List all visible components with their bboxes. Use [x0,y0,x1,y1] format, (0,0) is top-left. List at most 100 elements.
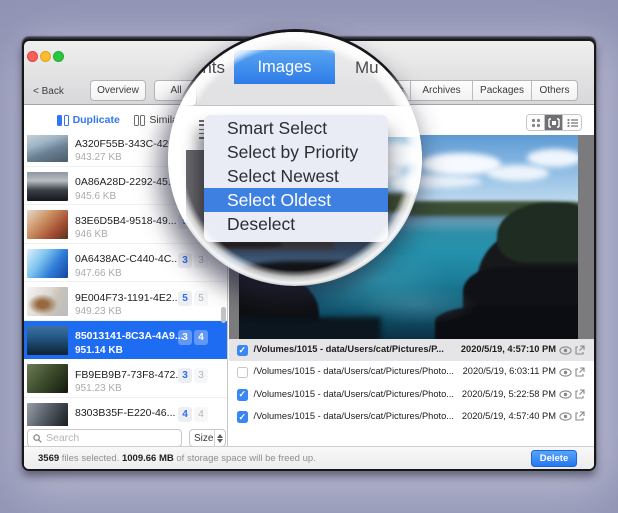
status-bar: 3569 files selected. 1009.66 MB of stora… [24,446,594,469]
reveal-in-finder-icon[interactable] [574,411,585,422]
size-sort-label: Size [190,433,214,444]
duplicate-table-row[interactable]: ✓ /Volumes/1015 - data/Users/cat/Pictures… [229,384,595,406]
menu-item-select-oldest[interactable]: Select Oldest [204,188,388,212]
preview-view-button[interactable] [545,115,563,130]
close-window-button[interactable] [27,51,38,62]
selected-count-badge: 3 [178,330,192,345]
grid-view-button[interactable] [527,115,545,130]
search-icon [33,434,42,443]
duplicate-table-row[interactable]: /Volumes/1015 - data/Users/cat/Pictures/… [229,361,595,383]
duplicate-icon [57,115,69,126]
checkbox-unchecked[interactable] [237,367,249,379]
magnified-tab-documents[interactable]: nts [168,58,225,78]
file-name: FB9EB9B7-73F8-472... [75,369,184,381]
file-name: 85013141-8C3A-4A9... [75,330,184,342]
magnified-filter-bar [168,84,422,106]
checkbox-checked[interactable]: ✓ [237,411,249,423]
file-thumbnail [27,403,68,427]
file-name: 8303B35F-E220-46... [75,407,175,419]
search-input[interactable]: Search [27,429,182,447]
size-sort-control[interactable]: Size [189,429,226,447]
duplicate-date: 2020/5/19, 6:03:11 PM [463,366,556,376]
filter-segment-others[interactable]: Others [532,81,577,100]
file-row[interactable]: 9E004F73-1191-4E2... 949.23 KB 55 [24,282,227,321]
duplicate-date: 2020/5/19, 4:57:40 PM [462,411,556,421]
file-size: 951.23 KB [75,383,122,394]
duplicate-path: /Volumes/1015 - data/Users/cat/Pictures/… [254,344,444,354]
checkbox-checked[interactable]: ✓ [237,345,249,357]
cloud-shape [527,149,578,167]
overview-button[interactable]: Overview [90,80,146,101]
delete-button[interactable]: Delete [531,450,577,467]
selected-count-badge: 5 [178,291,192,306]
duplicates-table: ✓ /Volumes/1015 - data/Users/cat/Pictures… [229,339,595,428]
preview-eye-icon[interactable] [559,412,572,421]
total-count-badge: 4 [194,330,208,345]
file-name: A320F55B-343C-42... [75,138,177,150]
file-thumbnail [27,172,68,201]
reveal-in-finder-icon[interactable] [574,389,585,400]
menu-item-deselect[interactable]: Deselect [204,212,388,236]
preview-eye-icon[interactable] [559,368,572,377]
back-button[interactable]: < Back [33,86,64,97]
total-count-badge: 4 [194,407,208,422]
minimize-window-button[interactable] [40,51,51,62]
desktop-background: { "window_title": "", "titlebar": { "tra… [0,0,618,513]
magnified-rocks [240,261,400,286]
stepper-arrows-icon[interactable] [214,430,225,446]
magnified-preview-edge [186,150,204,286]
file-size: 951.14 KB [75,345,123,356]
file-size: 949.23 KB [75,306,122,317]
duplicate-date: 2020/5/19, 5:22:58 PM [462,389,556,399]
file-thumbnail [27,287,68,316]
file-row[interactable]: FB9EB9B7-73F8-472... 951.23 KB 33 [24,359,227,398]
tab-duplicate[interactable]: Duplicate [57,114,120,126]
file-row-selected[interactable]: 85013141-8C3A-4A9... 951.14 KB 34 [24,321,227,360]
file-row[interactable]: 8303B35F-E220-46...44 [24,398,227,427]
file-size: 945.6 KB [75,191,116,202]
duplicate-path: /Volumes/1015 - data/Users/cat/Pictures/… [254,411,455,421]
selected-count-badge: 3 [178,368,192,383]
list-view-button[interactable] [563,115,581,130]
duplicate-date: 2020/5/19, 4:57:10 PM [461,344,556,354]
file-thumbnail [27,249,68,278]
preview-eye-icon[interactable] [559,346,572,355]
file-thumbnail [27,364,68,393]
file-thumbnail [27,135,68,162]
selected-count-badge: 4 [178,407,192,422]
similar-icon [134,115,146,126]
menu-item-select-newest[interactable]: Select Newest [204,165,388,189]
total-count-badge: 3 [194,368,208,383]
sidebar-scrollbar-thumb[interactable] [221,307,226,323]
total-count-badge: 5 [194,291,208,306]
reveal-in-finder-icon[interactable] [574,367,585,378]
file-size: 947.66 KB [75,268,122,279]
magnified-all-button [168,82,197,106]
file-size: 946 KB [75,229,108,240]
filter-segment-packages[interactable]: Packages [473,81,532,100]
magnified-toolbar-right [388,106,419,137]
file-name: 9E004F73-1191-4E2... [75,292,180,304]
file-size: 943.27 KB [75,152,122,163]
menu-item-select-by-priority[interactable]: Select by Priority [204,141,388,165]
zoom-window-button[interactable] [53,51,64,62]
reveal-in-finder-icon[interactable] [574,345,585,356]
duplicate-table-row[interactable]: ✓ /Volumes/1015 - data/Users/cat/Pictures… [229,406,595,428]
duplicate-table-row[interactable]: ✓ /Volumes/1015 - data/Users/cat/Pictures… [229,339,595,361]
file-thumbnail [27,210,68,239]
file-name: 0A6438AC-C440-4C... [75,253,180,265]
status-text: 3569 files selected. 1009.66 MB of stora… [38,453,316,464]
select-dropdown-menu: Smart SelectSelect by PrioritySelect New… [204,115,388,242]
cloud-shape [487,165,549,181]
duplicate-path: /Volumes/1015 - data/Users/cat/Pictures/… [254,389,455,399]
cloud-shape [389,175,419,191]
menu-item-smart-select[interactable]: Smart Select [204,117,388,141]
checkbox-checked[interactable]: ✓ [237,389,249,401]
magnified-tab-music[interactable]: Mu [355,58,379,78]
magnified-horizon-rocks [212,241,282,248]
magnified-tab-images[interactable]: Images [234,50,335,84]
duplicate-path: /Volumes/1015 - data/Users/cat/Pictures/… [254,366,455,376]
view-switcher [526,114,582,131]
preview-eye-icon[interactable] [559,390,572,399]
file-thumbnail [27,326,68,355]
